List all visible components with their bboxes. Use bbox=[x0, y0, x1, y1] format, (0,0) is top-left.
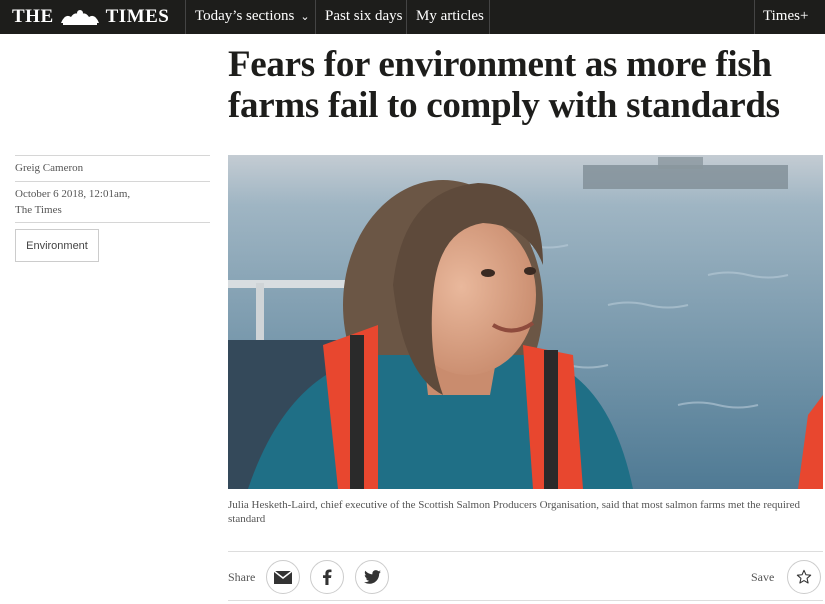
article-headline: Fears for environment as more fish farms… bbox=[228, 44, 780, 126]
nav-my-articles[interactable]: My articles bbox=[416, 0, 484, 34]
logo-text-left: THE bbox=[12, 6, 54, 27]
nav-divider bbox=[185, 0, 186, 34]
byline-divider bbox=[15, 181, 210, 182]
topic-tag[interactable]: Environment bbox=[15, 229, 99, 262]
photo-caption: Julia Hesketh-Laird, chief executive of … bbox=[228, 499, 800, 525]
chevron-down-icon: ⌄ bbox=[300, 10, 310, 23]
share-label: Share bbox=[228, 570, 256, 584]
crest-icon bbox=[60, 10, 99, 25]
times-logo[interactable]: THE TIMES bbox=[12, 5, 169, 29]
nav-divider bbox=[489, 0, 490, 34]
share-facebook-button[interactable] bbox=[310, 560, 344, 594]
save-button[interactable] bbox=[787, 560, 821, 594]
publication-name: The Times bbox=[15, 204, 62, 216]
nav-divider bbox=[406, 0, 407, 34]
save-label: Save bbox=[751, 570, 775, 584]
nav-past-six-days[interactable]: Past six days bbox=[325, 0, 403, 34]
email-icon bbox=[274, 570, 292, 584]
share-twitter-button[interactable] bbox=[355, 560, 389, 594]
nav-times-plus[interactable]: Times+ bbox=[763, 0, 808, 34]
photo-illustration bbox=[228, 155, 823, 489]
twitter-icon bbox=[363, 570, 381, 584]
share-email-button[interactable] bbox=[266, 560, 300, 594]
top-nav: THE TIMES Today’s sections ⌄ Past six day… bbox=[0, 0, 825, 34]
logo-text-right: TIMES bbox=[105, 6, 170, 27]
nav-todays-sections[interactable]: Today’s sections ⌄ bbox=[195, 0, 310, 34]
byline-divider bbox=[15, 222, 210, 223]
nav-divider bbox=[754, 0, 755, 34]
facebook-icon bbox=[323, 569, 332, 585]
author-name[interactable]: Greig Cameron bbox=[15, 161, 83, 176]
star-icon bbox=[796, 569, 812, 584]
article-photo bbox=[228, 155, 823, 489]
byline-divider bbox=[15, 155, 210, 156]
share-divider bbox=[228, 551, 823, 552]
publish-date: October 6 2018, 12:01am, bbox=[15, 188, 131, 200]
nav-divider bbox=[315, 0, 316, 34]
nav-todays-sections-label: Today’s sections bbox=[195, 8, 295, 24]
bottom-divider bbox=[228, 600, 823, 601]
